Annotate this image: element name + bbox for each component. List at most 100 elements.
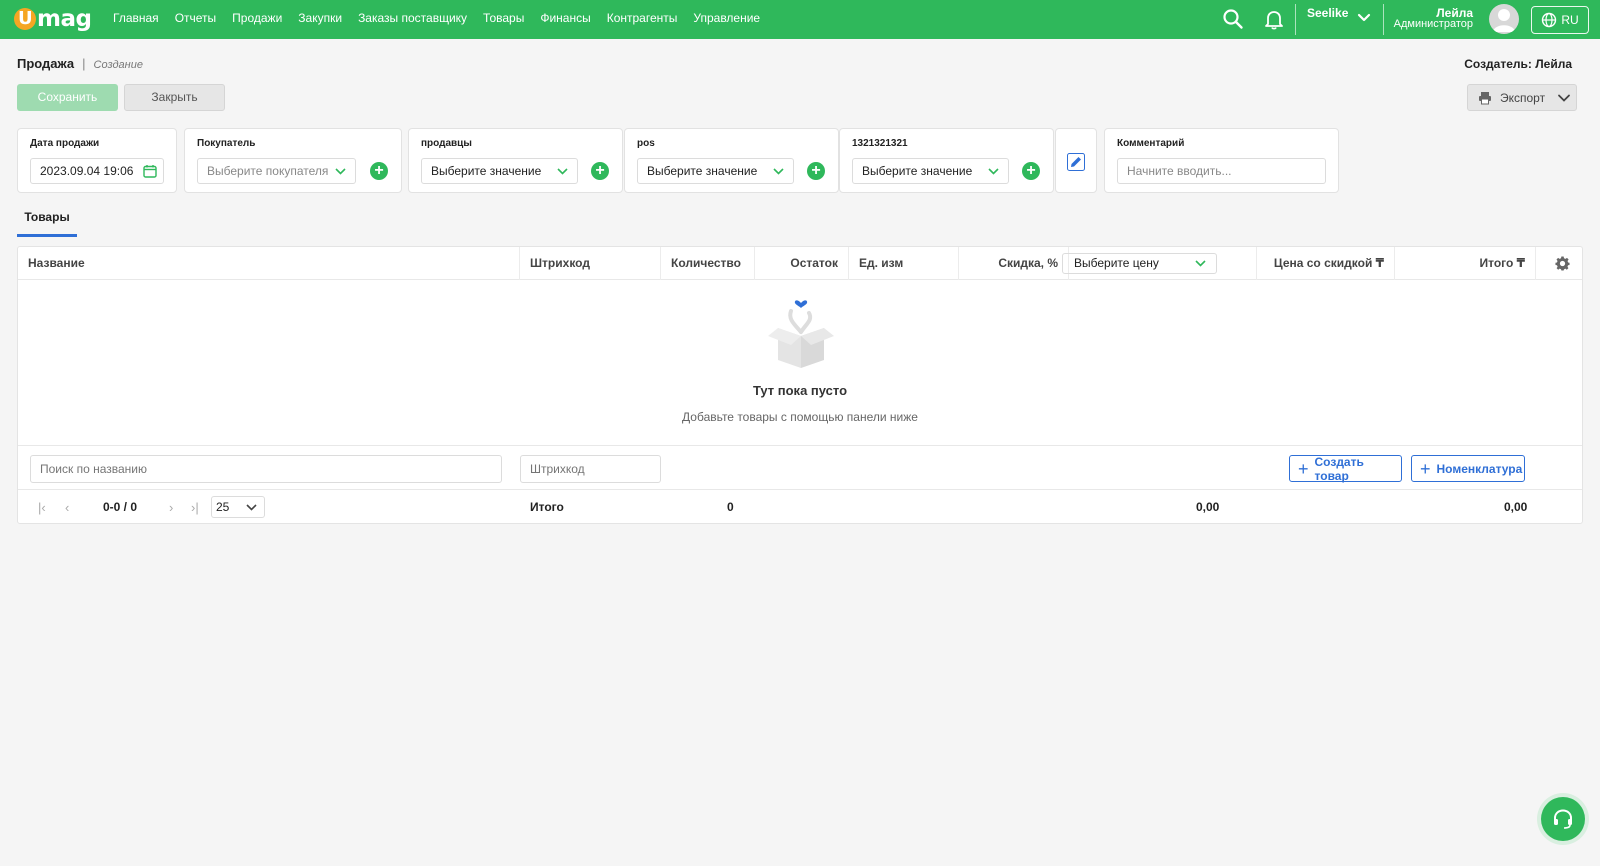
comment-label: Комментарий (1117, 138, 1185, 149)
custom-field-value: Выберите значение (862, 164, 973, 178)
top-navbar: Umag Главная Отчеты Продажи Закупки Зака… (0, 0, 1600, 39)
search-by-name-input[interactable] (30, 455, 502, 483)
umag-logo[interactable]: Umag (14, 6, 92, 32)
nav-item-finance[interactable]: Финансы (532, 0, 598, 39)
comment-card: Комментарий Начните вводить... (1104, 128, 1339, 193)
pos-label: pos (637, 138, 655, 149)
sellers-card: продавцы Выберите значение + (408, 128, 623, 193)
add-custom-field-button[interactable]: + (1022, 162, 1040, 180)
column-total[interactable]: Итого ₸ (1395, 247, 1536, 280)
bell-icon[interactable] (1263, 8, 1285, 30)
first-page-icon[interactable]: |‹ (38, 500, 46, 515)
empty-box-icon (768, 300, 834, 368)
globe-icon (1542, 12, 1557, 28)
page-size-select[interactable]: 25 (211, 496, 265, 518)
save-button[interactable]: Сохранить (17, 84, 118, 111)
export-label: Экспорт (1500, 90, 1546, 105)
chevron-down-icon (1558, 94, 1570, 102)
column-unit[interactable]: Ед. изм (849, 247, 959, 280)
table-footer: |‹ ‹ 0-0 / 0 › ›| 25 Итого 0 0,00 0,00 (18, 490, 1582, 524)
price-type-select[interactable]: Выберите цену (1062, 253, 1217, 274)
nav-item-reports[interactable]: Отчеты (167, 0, 224, 39)
pos-card: pos Выберите значение + (624, 128, 839, 193)
calendar-icon[interactable] (143, 164, 157, 178)
footer-grand-total: 0,00 (1504, 500, 1528, 514)
column-quantity[interactable]: Количество (661, 247, 755, 280)
empty-state-subtitle: Добавьте товары с помощью панели ниже (682, 410, 918, 424)
support-chat-button[interactable] (1541, 797, 1585, 841)
prev-page-icon[interactable]: ‹ (65, 500, 69, 515)
price-type-label: Выберите цену (1074, 256, 1159, 270)
buyer-card: Покупатель Выберите покупателя + (184, 128, 402, 193)
gear-icon[interactable] (1555, 256, 1570, 274)
column-barcode[interactable]: Штрихкод (520, 247, 661, 280)
chevron-down-icon (246, 504, 257, 511)
sellers-value: Выберите значение (431, 164, 542, 178)
avatar[interactable] (1489, 4, 1519, 34)
export-button[interactable]: Экспорт (1467, 84, 1577, 111)
page-size-value: 25 (216, 500, 230, 514)
buyer-select[interactable]: Выберите покупателя (197, 158, 356, 184)
sale-date-input[interactable]: 2023.09.04 19:06 (30, 158, 164, 184)
nav-item-counterparties[interactable]: Контрагенты (599, 0, 686, 39)
headset-icon (1554, 809, 1572, 829)
chevron-down-icon[interactable] (1356, 10, 1372, 29)
custom-field-select[interactable]: Выберите значение (852, 158, 1009, 184)
next-page-icon[interactable]: › (169, 500, 173, 515)
last-page-icon[interactable]: ›| (191, 500, 199, 515)
add-pos-button[interactable]: + (807, 162, 825, 180)
pagination-info: 0-0 / 0 (103, 500, 138, 514)
barcode-input[interactable] (520, 455, 661, 483)
nav-item-main[interactable]: Главная (105, 0, 167, 39)
add-buyer-button[interactable]: + (370, 162, 388, 180)
nav-item-purchases[interactable]: Закупки (290, 0, 350, 39)
custom-field-label: 1321321321 (852, 138, 908, 149)
column-stock[interactable]: Остаток (755, 247, 849, 280)
sale-date-label: Дата продажи (30, 138, 100, 149)
page-title: Продажа (17, 56, 75, 71)
sellers-select[interactable]: Выберите значение (421, 158, 578, 184)
language-selector[interactable]: RU (1531, 6, 1589, 34)
user-role: Администратор (1393, 18, 1473, 30)
sale-date-card: Дата продажи 2023.09.04 19:06 (17, 128, 177, 193)
plus-icon: + (1420, 458, 1431, 479)
tab-goods[interactable]: Товары (17, 203, 77, 237)
plus-icon: + (1298, 458, 1309, 479)
nav-item-goods[interactable]: Товары (475, 0, 532, 39)
pos-value: Выберите значение (647, 164, 758, 178)
store-selector-label[interactable]: Seelike (1307, 6, 1348, 20)
nav-item-management[interactable]: Управление (685, 0, 768, 39)
comment-input[interactable]: Начните вводить... (1117, 158, 1326, 184)
custom-field-card: 1321321321 Выберите значение + (839, 128, 1054, 193)
nav-item-sales[interactable]: Продажи (224, 0, 290, 39)
breadcrumb: Продажа | Создание (17, 56, 143, 71)
language-label: RU (1561, 13, 1579, 27)
add-seller-button[interactable]: + (591, 162, 609, 180)
create-product-button[interactable]: + Создать товар (1289, 455, 1402, 483)
table-header: Название Штрихкод Количество Остаток Ед.… (18, 247, 1582, 280)
footer-total-label: Итого (530, 500, 564, 514)
pencil-icon[interactable] (1067, 153, 1085, 171)
buyer-placeholder: Выберите покупателя (207, 164, 329, 178)
column-discount[interactable]: Скидка, % (959, 247, 1069, 280)
add-goods-panel: + Создать товар + Номенклатура (18, 445, 1582, 490)
column-name[interactable]: Название (18, 247, 520, 280)
nav-item-supplier-orders[interactable]: Заказы поставщику (350, 0, 475, 39)
chevron-down-icon (773, 168, 784, 175)
goods-table: Название Штрихкод Количество Остаток Ед.… (17, 246, 1583, 524)
page-subtitle: Создание (93, 59, 143, 71)
sale-date-value: 2023.09.04 19:06 (40, 164, 134, 178)
edit-fields-card (1055, 128, 1097, 193)
chevron-down-icon (988, 168, 999, 175)
comment-placeholder: Начните вводить... (1127, 164, 1232, 178)
creator-label: Создатель: Лейла (1464, 57, 1572, 71)
buyer-label: Покупатель (197, 138, 256, 149)
chevron-down-icon (557, 168, 568, 175)
empty-state: Тут пока пусто Добавьте товары с помощью… (18, 280, 1582, 445)
nomenclature-button[interactable]: + Номенклатура (1411, 455, 1525, 482)
column-discount-price[interactable]: Цена со скидкой ₸ (1239, 247, 1395, 280)
pos-select[interactable]: Выберите значение (637, 158, 794, 184)
search-icon[interactable] (1222, 8, 1244, 30)
printer-icon (1479, 91, 1491, 104)
close-button[interactable]: Закрыть (124, 84, 225, 111)
